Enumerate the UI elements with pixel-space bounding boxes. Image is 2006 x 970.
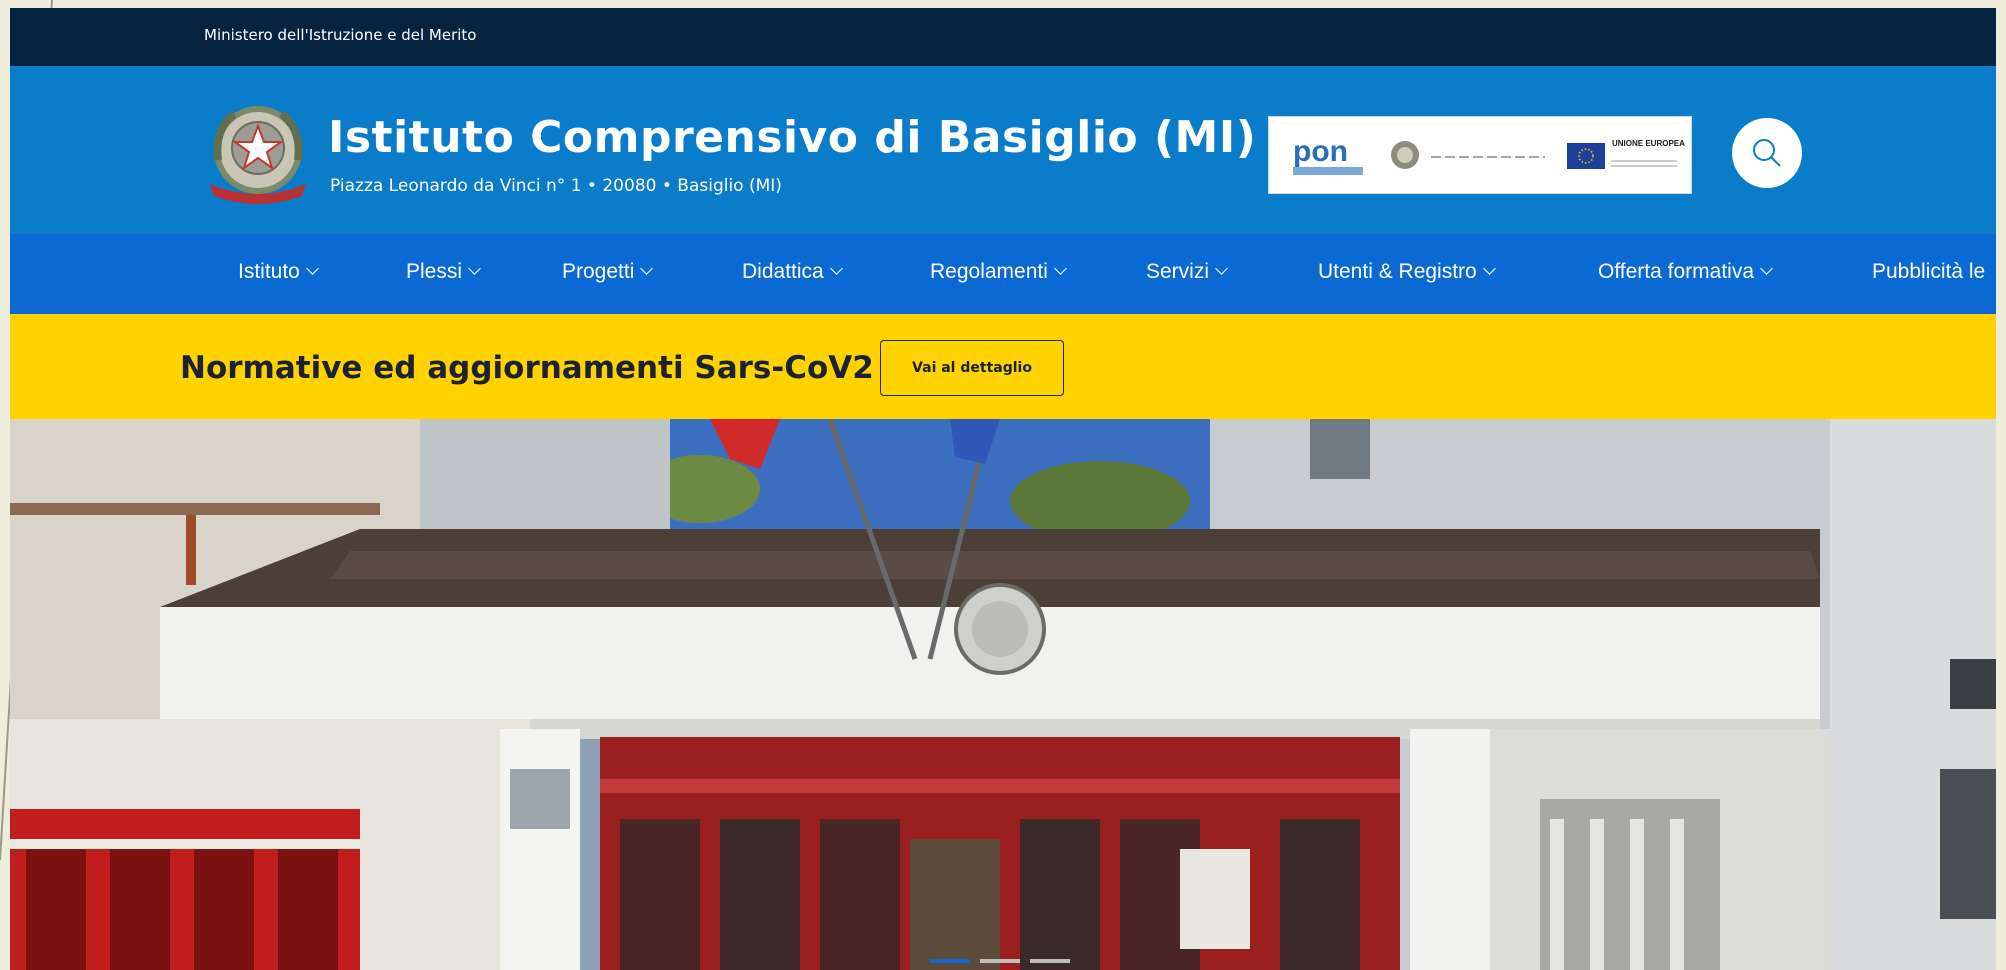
chevron-down-icon xyxy=(1760,262,1773,275)
school-building-photo xyxy=(10,419,1996,970)
pon-label: pon xyxy=(1293,135,1348,168)
chevron-down-icon xyxy=(829,262,843,275)
republic-emblem-icon[interactable] xyxy=(204,100,312,208)
chevron-down-icon xyxy=(1482,262,1496,275)
chevron-down-icon xyxy=(1215,262,1228,275)
main-navigation: Istituto Plessi Progetti Didattica Regol… xyxy=(10,234,1996,314)
site-header: Istituto Comprensivo di Basiglio (MI) Pi… xyxy=(10,66,1996,234)
carousel-dot[interactable] xyxy=(1030,959,1070,963)
nav-plessi[interactable]: Plessi xyxy=(406,260,481,284)
covid-notice-banner: Normative ed aggiornamenti Sars-CoV2 Vai… xyxy=(10,314,1996,419)
details-button[interactable]: Vai al dettaglio xyxy=(880,340,1064,396)
school-title[interactable]: Istituto Comprensivo di Basiglio (MI) xyxy=(328,112,1256,163)
carousel-dot[interactable] xyxy=(980,959,1020,963)
nav-didattica[interactable]: Didattica xyxy=(742,260,843,284)
nav-offerta-formativa[interactable]: Offerta formativa xyxy=(1598,260,1773,284)
nav-progetti[interactable]: Progetti xyxy=(562,260,654,284)
nav-utenti-registro[interactable]: Utenti & Registro xyxy=(1318,260,1496,284)
nav-pubblicita-legale[interactable]: Pubblicità le xyxy=(1872,260,1985,284)
pon-logo: pon xyxy=(1293,135,1363,175)
nav-servizi[interactable]: Servizi xyxy=(1146,260,1228,284)
chevron-down-icon xyxy=(1054,262,1067,275)
pon-banner[interactable]: pon UNIONE EUROPEA xyxy=(1268,116,1692,194)
ministry-link[interactable]: Ministero dell'Istruzione e del Merito xyxy=(204,26,476,44)
school-homepage: Ministero dell'Istruzione e del Merito I… xyxy=(10,8,1996,970)
chevron-down-icon xyxy=(468,262,481,275)
chevron-down-icon xyxy=(640,262,654,275)
school-address: Piazza Leonardo da Vinci n° 1 • 20080 • … xyxy=(330,176,782,196)
hero-carousel[interactable] xyxy=(10,419,1996,970)
carousel-dot[interactable] xyxy=(930,959,970,963)
ministry-logo xyxy=(1391,141,1545,169)
notice-text: Normative ed aggiornamenti Sars-CoV2 xyxy=(180,350,874,386)
search-icon xyxy=(1753,139,1781,167)
nav-istituto[interactable]: Istituto xyxy=(238,260,319,284)
eu-label: UNIONE EUROPEA xyxy=(1612,139,1685,148)
search-button[interactable] xyxy=(1732,118,1802,188)
chevron-down-icon xyxy=(306,262,319,275)
nav-regolamenti[interactable]: Regolamenti xyxy=(930,260,1067,284)
top-bar: Ministero dell'Istruzione e del Merito xyxy=(10,8,1996,66)
